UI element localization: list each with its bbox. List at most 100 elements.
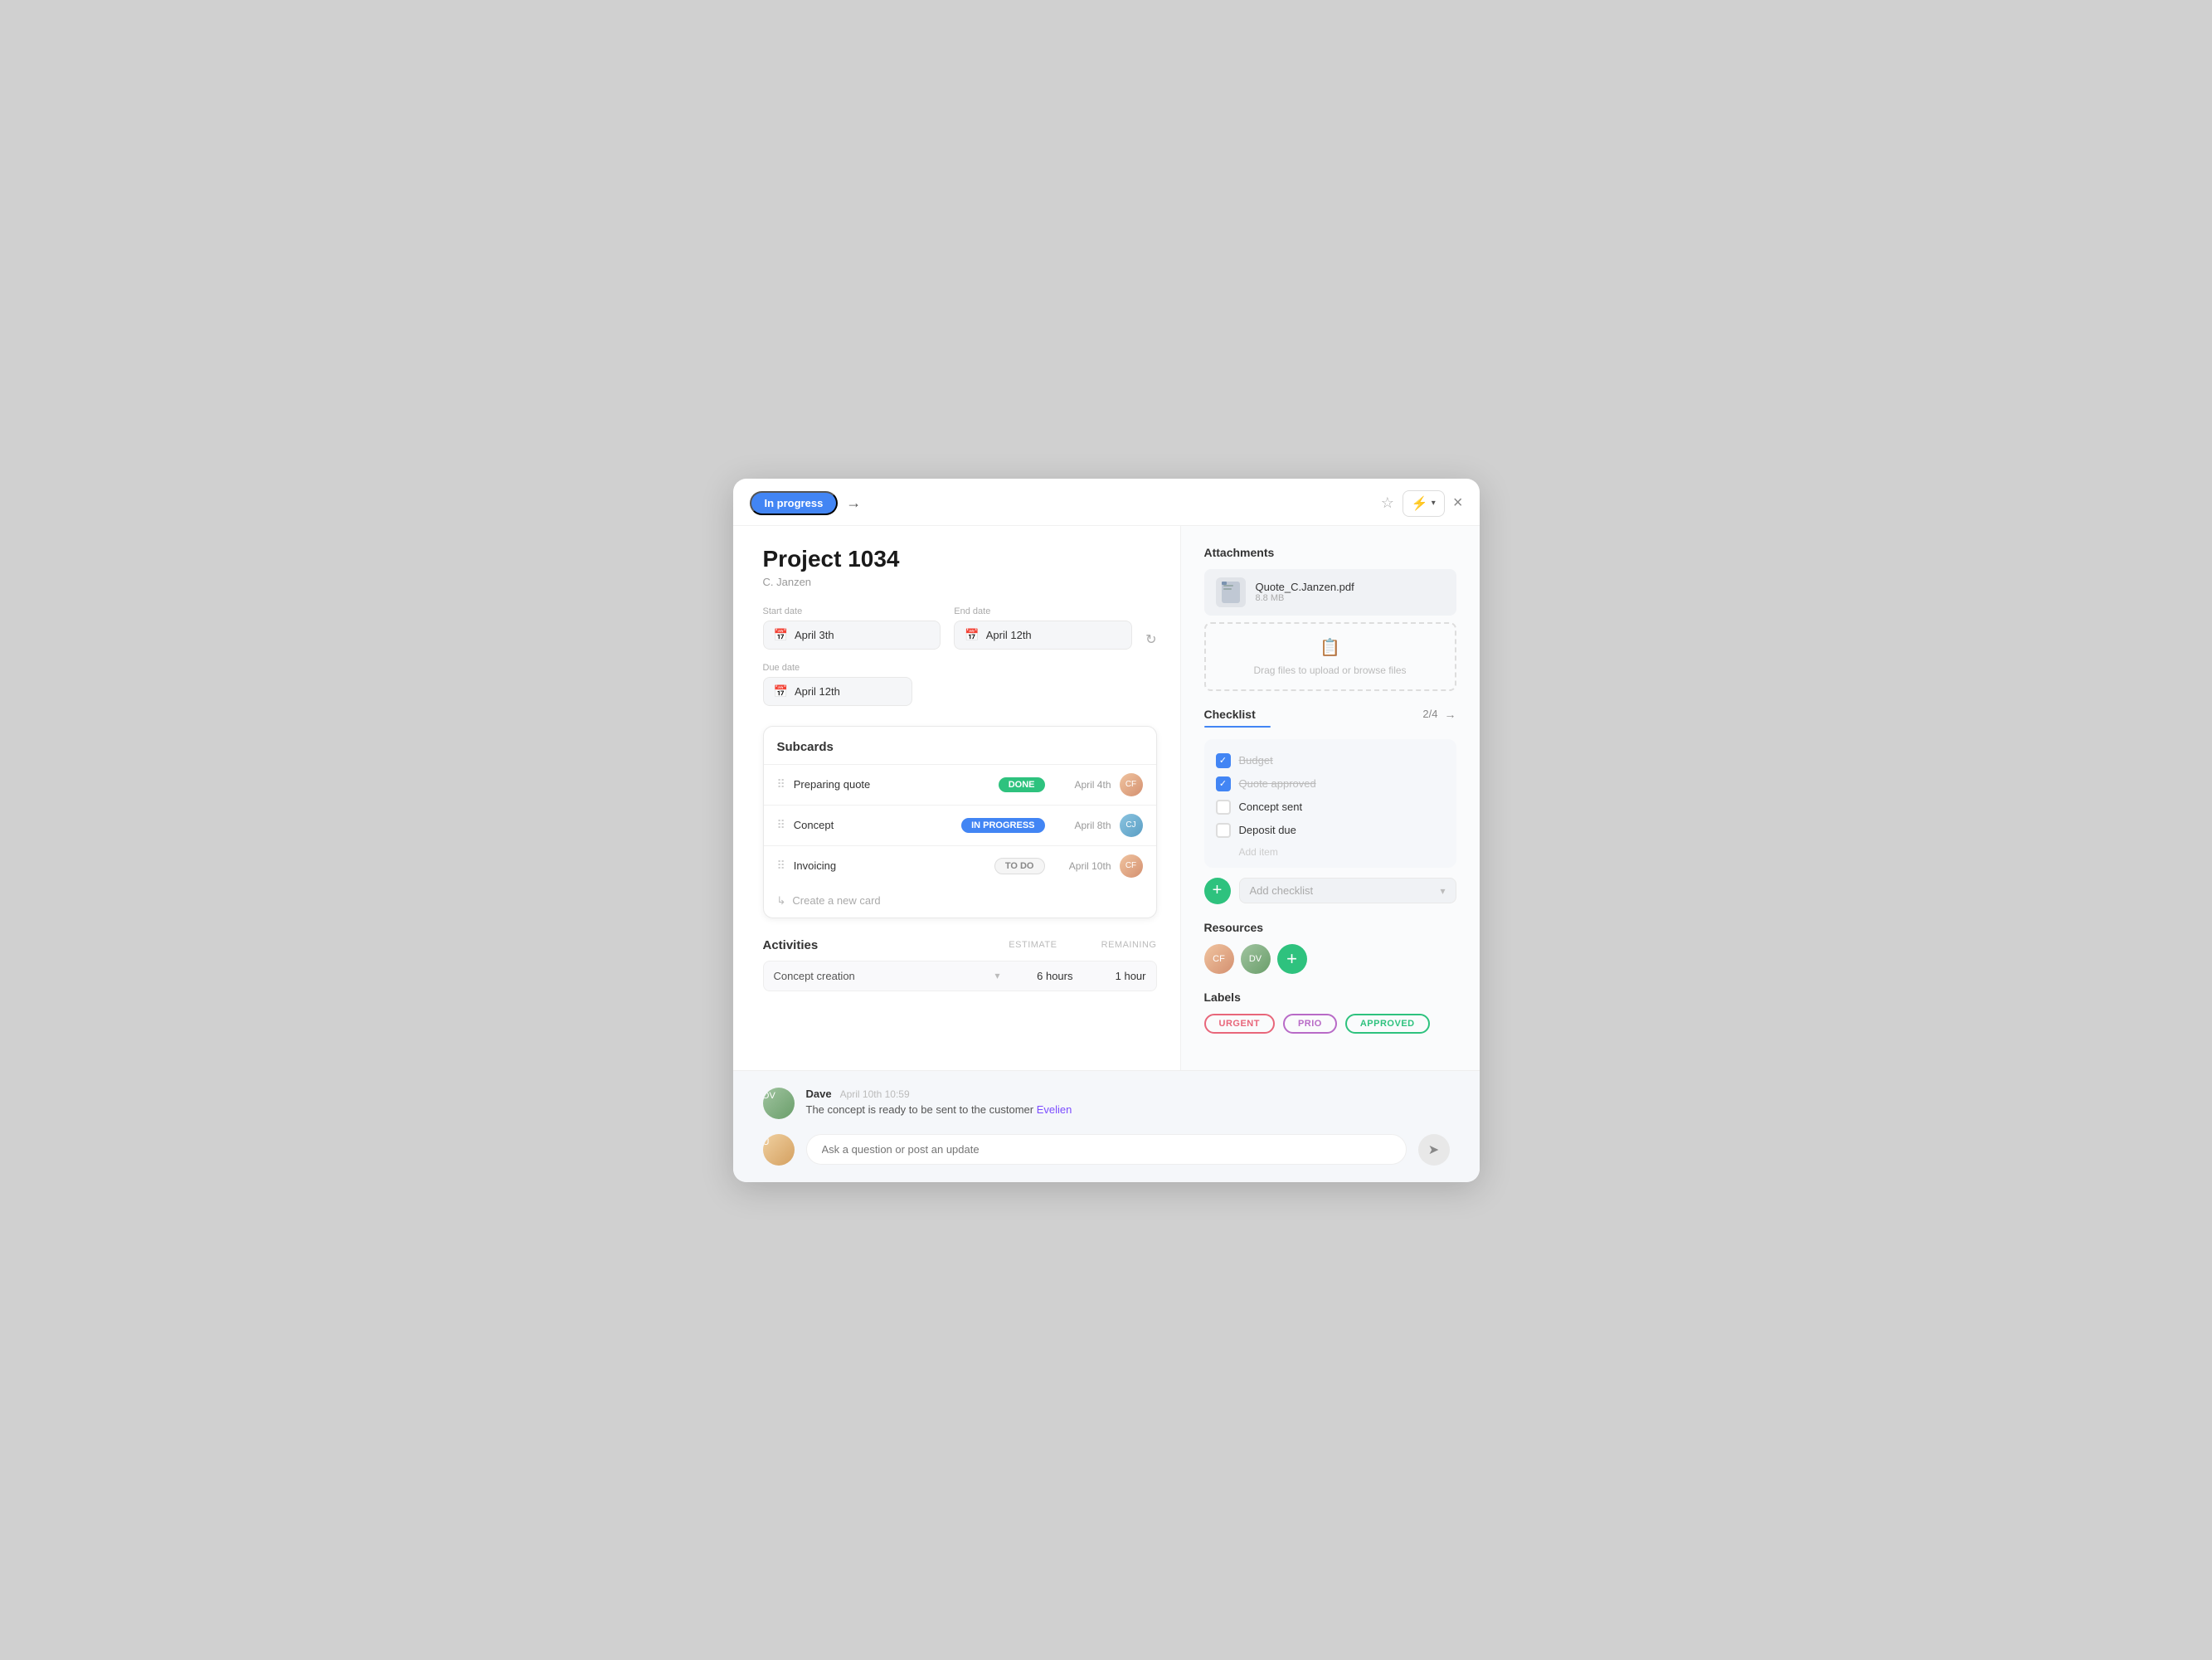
comment-body-text: The concept is ready to be sent to the c… — [806, 1103, 1037, 1116]
avatar: CJ — [1120, 814, 1143, 837]
start-date-label: Start date — [763, 606, 941, 616]
comment-input[interactable] — [806, 1134, 1407, 1165]
label-approved[interactable]: APPROVED — [1345, 1014, 1430, 1034]
checklist-section: Checklist 2/4 → ✓ Budget ✓ Quote a — [1204, 708, 1456, 904]
labels-title: Labels — [1204, 991, 1456, 1004]
add-checklist-item-button[interactable]: Add item — [1216, 842, 1445, 858]
modal: In progress → ☆ ⚡ ▾ × Project 1034 C. Ja… — [733, 479, 1480, 1182]
list-item[interactable]: Concept sent — [1216, 796, 1445, 819]
resources-title: Resources — [1204, 921, 1456, 934]
add-resource-button[interactable]: + — [1277, 944, 1307, 974]
status-badge[interactable]: In progress — [750, 491, 839, 515]
comment-body: Dave April 10th 10:59 The concept is rea… — [806, 1088, 1450, 1116]
start-date-input[interactable]: 📅 April 3th — [763, 621, 941, 650]
list-item[interactable]: Deposit due — [1216, 819, 1445, 842]
right-column: Attachments Quote_C.Janzen.pdf 8.8 MB — [1181, 526, 1480, 1070]
attachment-size: 8.8 MB — [1256, 593, 1445, 603]
checklist-item-label: Quote approved — [1239, 777, 1316, 790]
attachments-title: Attachments — [1204, 546, 1456, 559]
subcard-date: April 4th — [1053, 779, 1111, 791]
resources-section: Resources CF DV + — [1204, 921, 1456, 974]
remaining-col-header: REMAINING — [1091, 940, 1157, 950]
activity-estimate: 6 hours — [1007, 970, 1073, 982]
label-urgent[interactable]: URGENT — [1204, 1014, 1275, 1034]
project-title: Project 1034 — [763, 546, 1157, 572]
subcard-name: Concept — [794, 819, 953, 831]
send-icon: ➤ — [1428, 1142, 1439, 1158]
dropdown-arrow-icon: ▾ — [1440, 885, 1445, 897]
upload-icon: 📋 — [1320, 637, 1340, 658]
lightning-dropdown-arrow: ▾ — [1432, 499, 1436, 508]
subcard-name: Invoicing — [794, 859, 986, 872]
subcard-badge-todo: TO DO — [994, 858, 1045, 874]
calendar-icon-end: 📅 — [965, 628, 979, 642]
refresh-button[interactable]: ↻ — [1145, 631, 1156, 648]
checkbox-budget[interactable]: ✓ — [1216, 753, 1231, 768]
table-row[interactable]: ⠿ Preparing quote DONE April 4th CF — [764, 764, 1156, 805]
attachment-info: Quote_C.Janzen.pdf 8.8 MB — [1256, 581, 1445, 603]
table-row[interactable]: ⠿ Invoicing TO DO April 10th CF — [764, 845, 1156, 886]
add-checklist-label: Add checklist — [1250, 884, 1314, 897]
upload-label: Drag files to upload or browse files — [1253, 664, 1406, 676]
checklist-header: Checklist 2/4 → — [1204, 708, 1456, 721]
list-item[interactable]: ✓ Quote approved — [1216, 772, 1445, 796]
attachments-section: Attachments Quote_C.Janzen.pdf 8.8 MB — [1204, 546, 1456, 691]
start-date-field: Start date 📅 April 3th — [763, 606, 941, 650]
activities-section: Activities ESTIMATE REMAINING Concept cr… — [763, 938, 1157, 991]
calendar-icon-start: 📅 — [774, 628, 788, 642]
lightning-button[interactable]: ⚡ ▾ — [1403, 490, 1445, 517]
checkbox-deposit-due[interactable] — [1216, 823, 1231, 838]
top-bar-right: ☆ ⚡ ▾ × — [1381, 490, 1463, 517]
table-row[interactable]: ⠿ Concept IN PROGRESS April 8th CJ — [764, 805, 1156, 845]
close-button[interactable]: × — [1453, 494, 1463, 513]
pdf-icon — [1216, 577, 1246, 607]
calendar-icon-due: 📅 — [774, 684, 788, 699]
end-date-field: End date 📅 April 12th — [954, 606, 1132, 650]
due-date-label: Due date — [763, 663, 912, 673]
end-date-input[interactable]: 📅 April 12th — [954, 621, 1132, 650]
activities-title: Activities — [763, 938, 819, 952]
drag-handle-icon: ⠿ — [777, 818, 785, 832]
star-button[interactable]: ☆ — [1381, 494, 1394, 512]
end-date-value: April 12th — [986, 629, 1032, 641]
send-button[interactable]: ➤ — [1418, 1134, 1450, 1166]
avatar: CF — [1120, 854, 1143, 878]
due-date-input[interactable]: 📅 April 12th — [763, 677, 912, 706]
comment-author: Dave — [806, 1088, 832, 1100]
avatar: DV — [1241, 944, 1271, 974]
list-item[interactable]: Quote_C.Janzen.pdf 8.8 MB — [1204, 569, 1456, 616]
due-date-value: April 12th — [795, 685, 840, 698]
activity-name-select[interactable]: Concept creation ▾ — [774, 970, 1000, 982]
labels-row: URGENT PRIO APPROVED — [1204, 1014, 1456, 1034]
avatar: CF — [1120, 773, 1143, 796]
checkbox-concept-sent[interactable] — [1216, 800, 1231, 815]
subcards-panel: Subcards ⠿ Preparing quote DONE April 4t… — [763, 726, 1157, 918]
status-arrow-button[interactable]: → — [846, 494, 861, 512]
comment-text: The concept is ready to be sent to the c… — [806, 1103, 1450, 1116]
due-date-row: Due date 📅 April 12th — [763, 663, 1157, 706]
checklist-container: ✓ Budget ✓ Quote approved Concept sent D… — [1204, 739, 1456, 868]
upload-area[interactable]: 📋 Drag files to upload or browse files — [1204, 622, 1456, 691]
dates-row: Start date 📅 April 3th End date 📅 April … — [763, 606, 1157, 650]
checklist-title-row: Checklist — [1204, 708, 1256, 721]
label-prio[interactable]: PRIO — [1283, 1014, 1337, 1034]
checklist-item-label: Deposit due — [1239, 824, 1296, 836]
list-item[interactable]: ✓ Budget — [1216, 749, 1445, 772]
add-checklist-plus-button[interactable]: + — [1204, 878, 1231, 904]
subcard-date: April 8th — [1053, 820, 1111, 831]
end-date-label: End date — [954, 606, 1132, 616]
checklist-title: Checklist — [1204, 708, 1256, 721]
create-new-card-button[interactable]: ↳ Create a new card — [764, 886, 1156, 911]
comment-time: April 10th 10:59 — [840, 1088, 910, 1100]
avatar: CF — [1204, 944, 1234, 974]
create-card-label: Create a new card — [792, 894, 880, 907]
comment-mention-link[interactable]: Evelien — [1037, 1103, 1072, 1116]
subcard-date: April 10th — [1053, 860, 1111, 872]
add-checklist-input[interactable]: Add checklist ▾ — [1239, 878, 1456, 903]
list-item[interactable]: Concept creation ▾ 6 hours 1 hour — [763, 961, 1157, 991]
checklist-item-label: Concept sent — [1239, 801, 1303, 813]
checkbox-quote-approved[interactable]: ✓ — [1216, 776, 1231, 791]
checklist-progress-row: 2/4 → — [1422, 708, 1456, 721]
comments-section: DV Dave April 10th 10:59 The concept is … — [733, 1070, 1480, 1182]
activities-header: Activities ESTIMATE REMAINING — [763, 938, 1157, 952]
